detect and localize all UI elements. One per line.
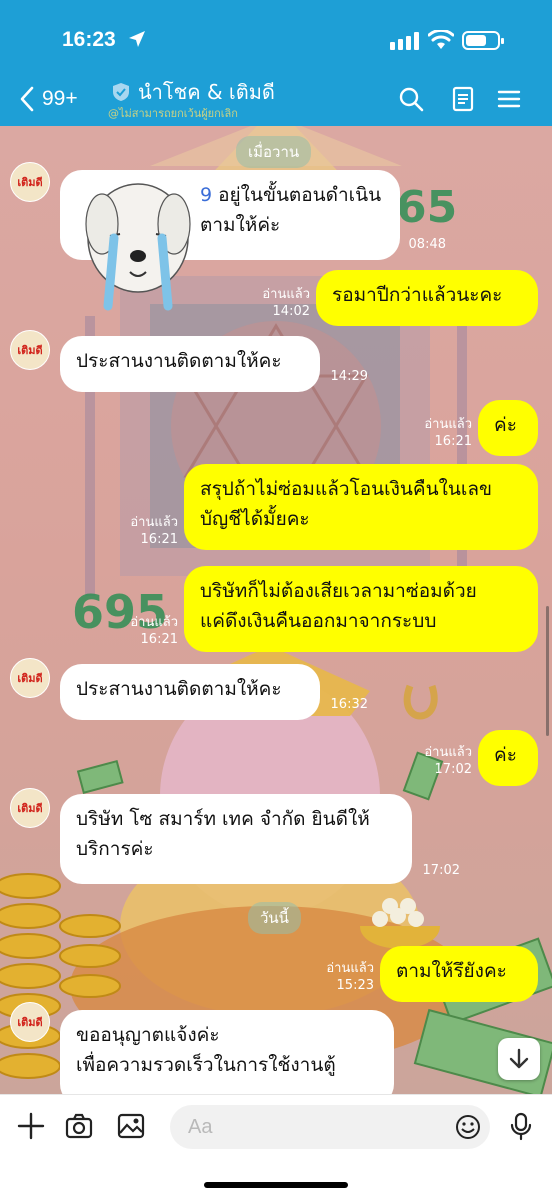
message-time: 16:32 xyxy=(330,697,368,712)
message-text: ตามให้ค่ะ xyxy=(200,214,281,236)
message-time: 14:29 xyxy=(330,369,368,384)
message-text: ประสานงานติดตามให้คะ xyxy=(76,678,282,700)
message-time: 08:48 xyxy=(408,237,446,252)
wifi-icon xyxy=(428,30,454,49)
read-receipt: อ่านแล้ว xyxy=(262,287,310,302)
date-separator-yesterday: เมื่อวาน xyxy=(236,136,312,168)
message-partial-text: 9 xyxy=(200,184,213,206)
read-receipt: อ่านแล้ว xyxy=(130,515,178,530)
camera-icon[interactable] xyxy=(64,1111,94,1141)
chat-header: 16:23 99+ นำโชค & เติมดี @ไม่สามารถยกเว้… xyxy=(0,0,552,126)
chat-subtitle: @ไม่สามารถยกเว้นผู้ยกเลิก xyxy=(108,107,238,120)
home-indicator xyxy=(204,1182,348,1188)
scroll-to-bottom-button[interactable] xyxy=(498,1038,540,1080)
message-time: 16:21 xyxy=(434,434,472,449)
message-time: 17:02 xyxy=(422,863,460,878)
back-button[interactable]: 99+ xyxy=(18,82,88,116)
message-text: บริษัทก็ไม่ต้องเสียเวลามาซ่อมด้วย xyxy=(200,580,477,602)
message-outgoing[interactable]: สรุปถ้าไม่ซ่อมแล้วโอนเงินคืนในเลข บัญชีไ… xyxy=(184,464,538,550)
verified-shield-icon xyxy=(113,83,129,101)
read-receipt: อ่านแล้ว xyxy=(424,745,472,760)
message-input[interactable]: Aa xyxy=(170,1105,490,1149)
avatar[interactable]: เติมดี xyxy=(10,1002,50,1042)
battery-icon xyxy=(462,31,504,50)
notes-icon[interactable] xyxy=(450,86,476,112)
status-time: 16:23 xyxy=(62,28,116,51)
avatar[interactable]: เติมดี xyxy=(10,788,50,828)
scrollbar[interactable] xyxy=(546,606,549,736)
date-separator-today: วันนี้ xyxy=(248,902,301,934)
message-time: 15:23 xyxy=(336,978,374,993)
message-text: แค่ดึงเงินคืนออกมาจากระบบ xyxy=(200,610,437,632)
message-time: 17:02 xyxy=(434,762,472,777)
message-text: ประสานงานติดตามให้คะ xyxy=(76,350,282,372)
read-receipt: อ่านแล้ว xyxy=(130,615,178,630)
message-incoming[interactable]: ขออนุญาตแจ้งค่ะ เพื่อความรวดเร็วในการใช้… xyxy=(60,1010,394,1094)
avatar[interactable]: เติมดี xyxy=(10,162,50,202)
message-text: ค่ะ xyxy=(494,744,517,766)
crying-dog-sticker xyxy=(85,183,191,311)
message-outgoing[interactable]: ค่ะ xyxy=(478,730,538,786)
read-receipt: อ่านแล้ว xyxy=(424,417,472,432)
unread-count: 99+ xyxy=(42,87,78,110)
message-incoming[interactable]: บริษัท โซ สมาร์ท เทค จำกัด ยินดีให้ บริก… xyxy=(60,794,412,884)
bg-number-65: 65 xyxy=(396,182,457,233)
message-outgoing[interactable]: ค่ะ xyxy=(478,400,538,456)
message-outgoing[interactable]: ตามให้รึยังคะ xyxy=(380,946,538,1002)
scroll-down-icon xyxy=(509,1048,529,1069)
menu-icon[interactable] xyxy=(496,86,522,112)
message-text: ตามให้รึยังคะ xyxy=(396,960,507,982)
message-text: สรุปถ้าไม่ซ่อมแล้วโอนเงินคืนในเลข xyxy=(200,478,492,500)
message-text: อยู่ในขั้นตอนดำเนิน xyxy=(218,184,382,206)
avatar[interactable]: เติมดี xyxy=(10,658,50,698)
back-chevron-icon xyxy=(20,86,34,112)
message-meta: อ่านแล้ว 16:21 xyxy=(124,614,178,648)
message-time: 16:21 xyxy=(140,632,178,647)
message-meta: อ่านแล้ว 16:21 xyxy=(418,416,472,450)
image-icon[interactable] xyxy=(116,1111,146,1141)
message-text: ค่ะ xyxy=(494,414,517,436)
search-icon[interactable] xyxy=(398,86,424,112)
message-outgoing[interactable]: บริษัทก็ไม่ต้องเสียเวลามาซ่อมด้วย แค่ดึง… xyxy=(184,566,538,652)
message-time: 16:21 xyxy=(140,532,178,547)
read-receipt: อ่านแล้ว xyxy=(326,961,374,976)
mic-icon[interactable] xyxy=(506,1111,536,1141)
message-meta: อ่านแล้ว 15:23 xyxy=(320,960,374,994)
message-incoming[interactable]: ประสานงานติดตามให้คะ xyxy=(60,664,320,720)
message-meta: อ่านแล้ว 16:21 xyxy=(124,514,178,548)
message-text: บัญชีได้มั้ยคะ xyxy=(200,508,310,530)
message-text: บริษัท โซ สมาร์ท เทค จำกัด ยินดีให้ xyxy=(76,808,370,830)
chat-area[interactable]: 65 695 เมื่อวาน เติมดี 9 อยู่ในขั้นตอนดำ… xyxy=(0,126,552,1094)
message-text: ขออนุญาตแจ้งค่ะ xyxy=(76,1024,220,1046)
signal-icon xyxy=(390,32,419,50)
message-incoming[interactable]: ประสานงานติดตามให้คะ xyxy=(60,336,320,392)
avatar[interactable]: เติมดี xyxy=(10,330,50,370)
plus-icon[interactable] xyxy=(16,1111,46,1141)
message-meta: อ่านแล้ว 17:02 xyxy=(418,744,472,778)
emoji-icon[interactable] xyxy=(454,1113,482,1141)
message-text: บริการค่ะ xyxy=(76,838,154,860)
message-outgoing[interactable]: รอมาปีกว่าแล้วนะคะ xyxy=(316,270,538,326)
location-arrow-icon xyxy=(129,31,145,47)
message-time: 14:02 xyxy=(272,304,310,319)
message-text: รอมาปีกว่าแล้วนะคะ xyxy=(332,284,503,306)
message-text: เพื่อความรวดเร็วในการใช้งานตู้ xyxy=(76,1054,336,1076)
message-meta: อ่านแล้ว 14:02 xyxy=(258,286,310,320)
